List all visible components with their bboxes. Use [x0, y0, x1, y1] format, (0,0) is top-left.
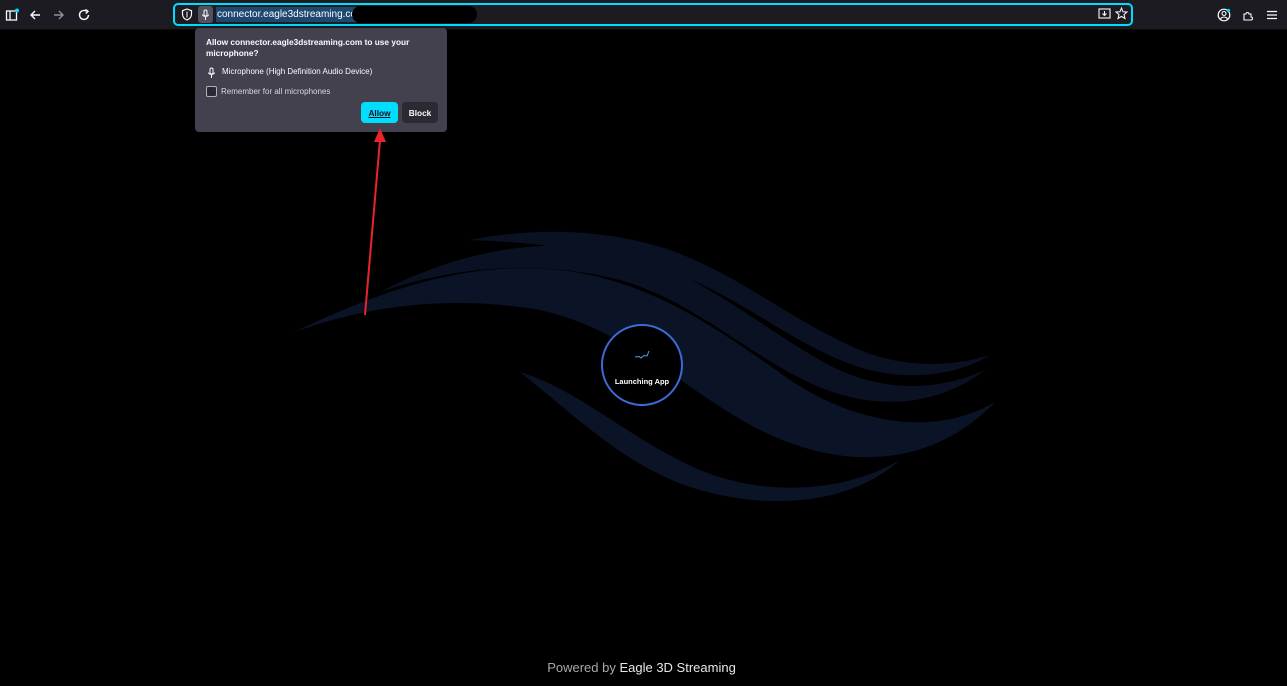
- launching-app-loader: Launching App: [601, 324, 683, 406]
- powered-by-footer: Powered by Eagle 3D Streaming: [0, 660, 1283, 675]
- loading-text: Launching App: [614, 377, 670, 386]
- footer-prefix: Powered by: [547, 660, 616, 675]
- loading-spinner-icon: [634, 350, 650, 359]
- footer-brand: Eagle 3D Streaming: [619, 660, 736, 675]
